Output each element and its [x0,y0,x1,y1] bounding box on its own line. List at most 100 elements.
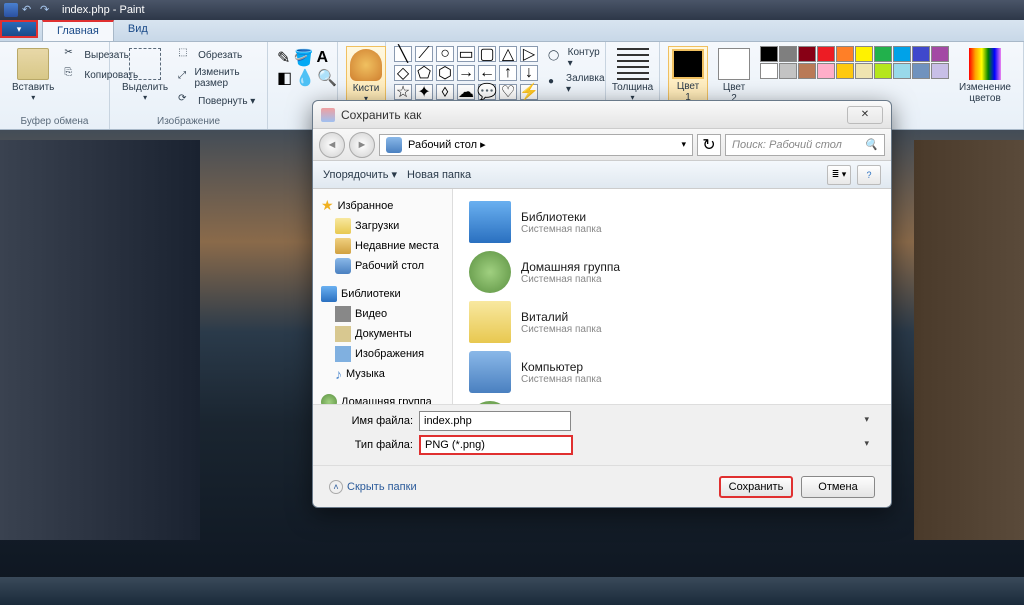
color2-swatch [718,48,750,80]
tab-main[interactable]: Главная [42,20,114,41]
edit-colors-button[interactable]: Изменение цветов [955,46,1015,106]
sidebar-favorites[interactable]: ★Избранное [317,195,448,216]
fill-icon: ● [548,76,562,92]
color-swatch[interactable] [912,46,930,62]
refresh-button[interactable]: ↻ [697,134,721,156]
list-item[interactable]: Компьютер Системная папка [461,347,883,397]
color-swatch[interactable] [760,46,778,62]
pencil-tool[interactable]: ✎ [276,48,291,68]
list-item[interactable]: Виталий Системная папка [461,297,883,347]
folder-icon [335,218,351,234]
file-menu-button[interactable] [0,20,38,38]
color-palette[interactable] [760,46,949,79]
rotate-button[interactable]: ⟳Повернуть ▾ [176,92,259,110]
nav-back-button[interactable]: ◄ [319,132,345,158]
search-icon: 🔍 [864,138,878,151]
sidebar-libraries[interactable]: Библиотеки [317,284,448,304]
quick-access-toolbar: ↶ ↷ [4,3,54,17]
shape-fill-button[interactable]: ●Заливка ▾ [546,72,609,96]
organize-button[interactable]: Упорядочить ▾ [323,168,397,181]
save-icon[interactable] [4,3,18,17]
color-swatch[interactable] [874,63,892,79]
dialog-body: ★Избранное Загрузки Недавние места Рабоч… [313,189,891,404]
shapes-gallery[interactable]: ╲⟋○▭▢△▷ ◇⬠⬡→←↑↓ ☆✦⬨☁💬♡⚡ [394,46,540,102]
entry-icon [469,201,511,243]
documents-icon [335,326,351,342]
color2-button[interactable]: Цвет 2 [714,46,754,106]
filename-input[interactable] [419,411,571,431]
eraser-tool[interactable]: ◧ [276,68,293,88]
color-swatch[interactable] [798,63,816,79]
color-swatch[interactable] [912,63,930,79]
group-label-clipboard: Буфер обмена [0,116,109,127]
list-item[interactable]: Домашняя группа Системная папка [461,247,883,297]
rainbow-icon [969,48,1001,80]
tab-view[interactable]: Вид [114,20,162,41]
list-item[interactable]: Библиотеки Системная папка [461,197,883,247]
brushes-button[interactable]: Кисти ▾ [346,46,386,106]
color-swatch[interactable] [836,63,854,79]
fill-tool[interactable]: 🪣 [293,48,313,68]
resize-button[interactable]: ⤢Изменить размер [176,66,259,90]
color-swatch[interactable] [779,63,797,79]
cancel-button[interactable]: Отмена [801,476,875,498]
shape-outline-button[interactable]: ◯Контур ▾ [546,46,609,70]
entry-icon [469,351,511,393]
color-swatch[interactable] [931,46,949,62]
paste-button[interactable]: Вставить ▾ [8,46,58,104]
sidebar-item-recent[interactable]: Недавние места [317,236,448,256]
nav-forward-button[interactable]: ► [349,132,375,158]
pictures-icon [335,346,351,362]
sidebar-item-video[interactable]: Видео [317,304,448,324]
color-swatch[interactable] [779,46,797,62]
hide-folders-link[interactable]: ˄ Скрыть папки [329,480,417,494]
file-list[interactable]: Библиотеки Системная папка Домашняя груп… [453,189,891,404]
outline-icon: ◯ [548,50,564,66]
sidebar-homegroup[interactable]: Домашняя группа [317,392,448,404]
color-swatch[interactable] [817,46,835,62]
color-swatch[interactable] [893,46,911,62]
color-swatch[interactable] [855,63,873,79]
color-swatch[interactable] [760,63,778,79]
color1-swatch [672,49,704,79]
color-swatch[interactable] [855,46,873,62]
picker-tool[interactable]: 💧 [295,68,315,88]
color-swatch[interactable] [931,63,949,79]
new-folder-button[interactable]: Новая папка [407,169,471,181]
group-label-image: Изображение [110,116,267,127]
color-swatch[interactable] [893,63,911,79]
search-box[interactable]: Поиск: Рабочий стол 🔍 [725,134,885,156]
dialog-close-button[interactable]: ✕ [847,106,883,124]
undo-icon[interactable]: ↶ [22,3,36,17]
crop-button[interactable]: ⬚Обрезать [176,46,259,64]
windows-taskbar[interactable] [0,577,1024,605]
copy-icon: ⎘ [64,67,80,83]
sidebar-item-desktop[interactable]: Рабочий стол [317,256,448,276]
select-button[interactable]: Выделить ▾ [118,46,172,110]
ribbon-tab-strip: Главная Вид [0,20,1024,42]
video-icon [335,306,351,322]
thickness-button[interactable]: Толщина ▾ [614,46,651,104]
color-swatch[interactable] [874,46,892,62]
color-swatch[interactable] [817,63,835,79]
sidebar-item-music[interactable]: ♪Музыка [317,364,448,384]
text-tool[interactable]: A [315,48,329,68]
dialog-nav-bar: ◄ ► Рабочий стол ▸ ▾ ↻ Поиск: Рабочий ст… [313,129,891,161]
address-bar[interactable]: Рабочий стол ▸ ▾ [379,134,693,156]
filetype-dropdown[interactable] [419,435,573,455]
color-swatch[interactable] [836,46,854,62]
sidebar-item-pictures[interactable]: Изображения [317,344,448,364]
list-item[interactable]: Сеть [461,397,883,404]
view-mode-button[interactable]: ≣ ▾ [827,165,851,185]
color1-button[interactable]: Цвет 1 [668,46,708,106]
redo-icon[interactable]: ↷ [40,3,54,17]
sidebar-item-documents[interactable]: Документы [317,324,448,344]
entry-type: Системная папка [521,324,602,335]
group-clipboard: Вставить ▾ ✂Вырезать ⎘Копировать Буфер о… [0,42,110,129]
zoom-tool[interactable]: 🔍 [317,68,337,88]
dialog-titlebar[interactable]: Сохранить как ✕ [313,101,891,129]
sidebar-item-downloads[interactable]: Загрузки [317,216,448,236]
save-button[interactable]: Сохранить [719,476,793,498]
help-button[interactable]: ? [857,165,881,185]
color-swatch[interactable] [798,46,816,62]
